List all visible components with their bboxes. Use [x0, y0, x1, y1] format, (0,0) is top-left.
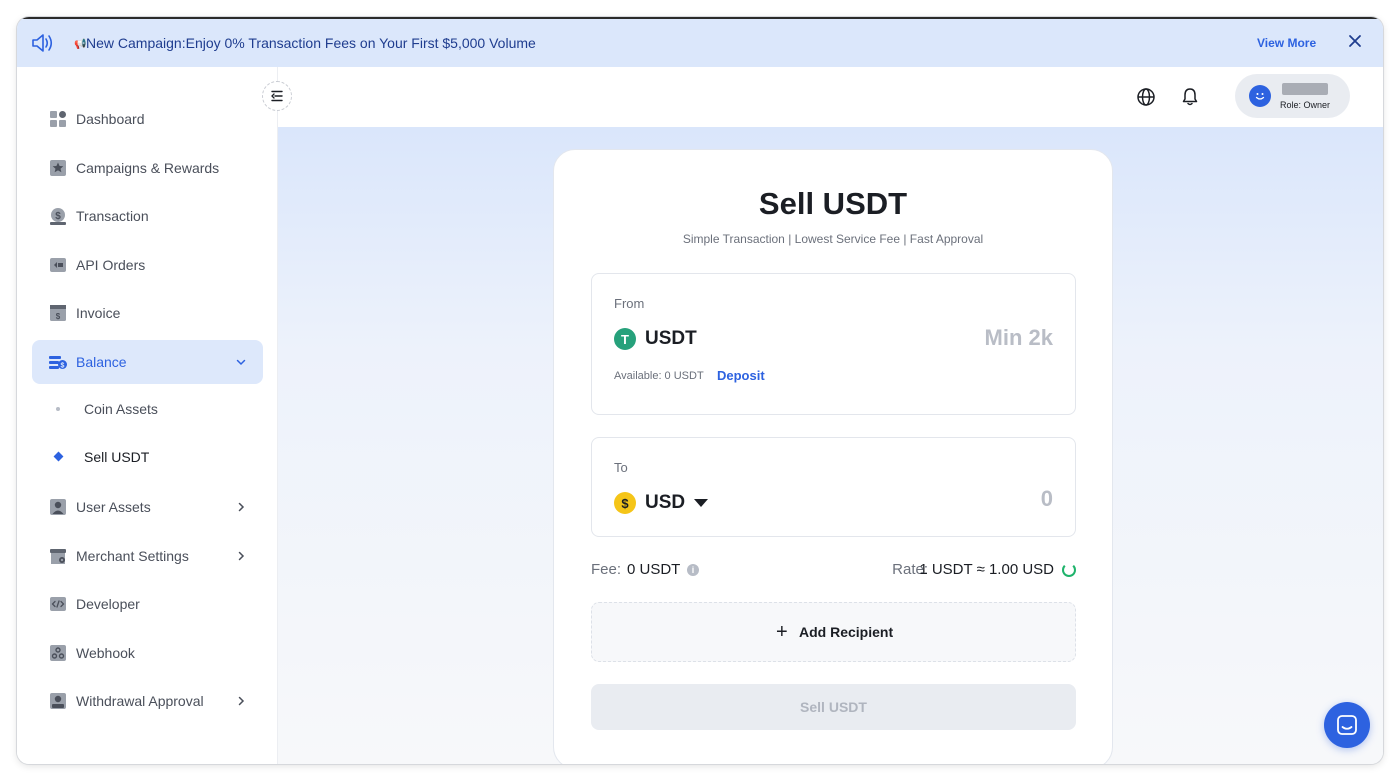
refresh-spinner-icon	[1062, 563, 1076, 577]
chat-icon	[1337, 715, 1357, 735]
to-panel: To $ USD 0	[591, 437, 1076, 537]
sidebar-item-transaction[interactable]: $ Transaction	[32, 194, 263, 238]
sidebar-subitem-label: Sell USDT	[84, 449, 150, 465]
announcement-banner: 📢 New Campaign:Enjoy 0% Transaction Fees…	[17, 19, 1383, 67]
sidebar-item-user-assets[interactable]: User Assets	[32, 485, 263, 529]
avatar	[1249, 85, 1271, 107]
sidebar-item-label: Invoice	[76, 305, 121, 321]
campaign-flag-icon: 📢	[74, 39, 87, 50]
sidebar-item-label: Dashboard	[76, 111, 145, 127]
from-coin-name: USDT	[645, 328, 697, 349]
redacted-username	[1282, 83, 1328, 95]
fee-label: Fee:	[591, 561, 622, 578]
info-icon[interactable]: i	[687, 564, 699, 576]
sidebar-item-developer[interactable]: Developer	[32, 582, 263, 626]
sell-usdt-card: Sell USDT Simple Transaction | Lowest Se…	[553, 149, 1113, 764]
amount-input[interactable]	[853, 322, 1053, 354]
sidebar-item-label: Webhook	[76, 645, 135, 661]
available-balance: Available: 0 USDT	[614, 370, 704, 382]
fee-rate-row: Fee: 0 USDT i Rate: 1 USDT ≈ 1.00 USD	[591, 559, 1076, 579]
caret-down-icon[interactable]	[694, 499, 709, 507]
approval-icon	[50, 693, 66, 709]
sidebar: Dashboard Campaigns & Rewards $ Transact…	[17, 67, 278, 764]
sidebar-item-merchant-settings[interactable]: Merchant Settings	[32, 534, 263, 578]
chevron-right-icon	[238, 696, 245, 706]
add-recipient-button[interactable]: + Add Recipient	[591, 602, 1076, 662]
sidebar-item-balance[interactable]: $ Balance	[32, 340, 263, 384]
chat-support-button[interactable]	[1324, 702, 1370, 748]
sidebar-collapse-button[interactable]	[262, 81, 292, 111]
sidebar-item-api-orders[interactable]: API Orders	[32, 243, 263, 287]
chevron-down-icon	[236, 359, 246, 366]
globe-icon[interactable]	[1136, 87, 1156, 107]
to-label: To	[614, 460, 628, 475]
add-recipient-label: Add Recipient	[799, 624, 894, 640]
receive-amount: 0	[1040, 486, 1053, 511]
sidebar-item-label: Merchant Settings	[76, 548, 189, 564]
user-icon	[50, 499, 66, 515]
from-label: From	[614, 296, 645, 311]
from-panel: From T USDT Available: 0 USDT Deposit	[591, 273, 1076, 415]
active-marker-icon	[53, 451, 64, 462]
currency-select[interactable]: $ USD	[614, 491, 709, 515]
webhook-icon	[50, 645, 66, 661]
sidebar-item-label: API Orders	[76, 257, 146, 273]
from-coin: T USDT	[614, 327, 697, 351]
app-window: 📢 New Campaign:Enjoy 0% Transaction Fees…	[17, 17, 1383, 764]
store-gear-icon	[50, 549, 66, 564]
invoice-icon: $	[50, 305, 66, 321]
megaphone-icon	[32, 34, 53, 52]
dollar-hand-icon: $	[50, 208, 66, 225]
sidebar-item-label: User Assets	[76, 499, 151, 515]
sidebar-item-campaigns[interactable]: Campaigns & Rewards	[32, 146, 263, 190]
rate-value: 1 USDT ≈ 1.00 USD	[919, 561, 1054, 578]
fee-value: 0 USDT	[627, 561, 681, 578]
wallet-icon: $	[49, 356, 67, 370]
sidebar-subitem-sell-usdt[interactable]: Sell USDT	[32, 437, 263, 477]
bell-icon[interactable]	[1181, 87, 1199, 107]
sidebar-item-webhook[interactable]: Webhook	[32, 631, 263, 675]
page-title: Sell USDT	[758, 186, 908, 221]
sidebar-item-label: Withdrawal Approval	[76, 693, 204, 709]
usd-icon: $	[614, 492, 636, 514]
svg-text:$: $	[56, 312, 61, 321]
page-subtitle: Simple Transaction | Lowest Service Fee …	[682, 232, 984, 246]
sidebar-subitem-label: Coin Assets	[84, 401, 158, 417]
view-more-link[interactable]: View More	[1257, 36, 1316, 50]
chevron-right-icon	[238, 502, 245, 512]
collapse-menu-icon	[271, 90, 283, 102]
sidebar-item-dashboard[interactable]: Dashboard	[32, 97, 263, 141]
user-role: Role: Owner	[1280, 100, 1331, 110]
main-content: Sell USDT Simple Transaction | Lowest Se…	[278, 127, 1383, 764]
plus-icon: +	[776, 621, 788, 643]
sell-usdt-button[interactable]: Sell USDT	[591, 684, 1076, 730]
bullet-icon	[56, 407, 60, 411]
sidebar-item-label: Campaigns & Rewards	[76, 160, 220, 176]
sidebar-subitem-coin-assets[interactable]: Coin Assets	[32, 389, 263, 429]
close-icon[interactable]	[1347, 33, 1363, 49]
sidebar-item-withdrawal-approval[interactable]: Withdrawal Approval	[32, 679, 263, 723]
dashboard-icon	[50, 111, 66, 127]
sidebar-item-label: Balance	[76, 354, 127, 370]
svg-text:$: $	[61, 363, 65, 370]
api-icon	[50, 258, 66, 272]
chevron-right-icon	[238, 551, 245, 561]
star-icon	[50, 160, 66, 176]
sidebar-item-label: Developer	[76, 596, 140, 612]
banner-message: New Campaign:Enjoy 0% Transaction Fees o…	[86, 35, 536, 51]
sidebar-item-label: Transaction	[76, 208, 149, 224]
usdt-icon: T	[614, 328, 636, 350]
top-header: Role: Owner	[278, 67, 1383, 127]
user-menu[interactable]: Role: Owner	[1235, 74, 1350, 118]
code-icon	[50, 597, 66, 611]
deposit-link[interactable]: Deposit	[717, 368, 765, 383]
svg-text:$: $	[55, 211, 61, 222]
smiley-icon	[1255, 93, 1265, 100]
to-currency-name: USD	[645, 492, 686, 513]
sidebar-item-invoice[interactable]: $ Invoice	[32, 291, 263, 335]
